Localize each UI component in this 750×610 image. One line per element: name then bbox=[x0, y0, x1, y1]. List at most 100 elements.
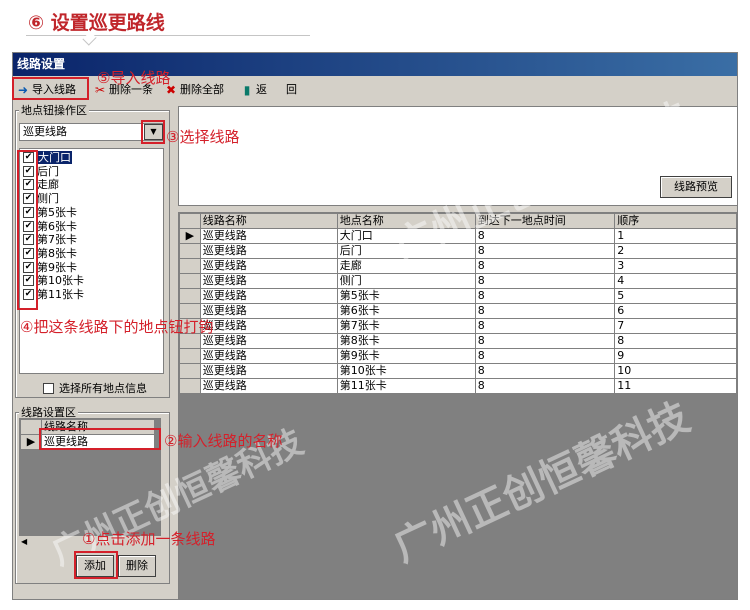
heading-divider bbox=[26, 35, 310, 36]
location-label: 第7张卡 bbox=[37, 233, 77, 247]
column-header[interactable]: 地点名称 bbox=[336, 213, 476, 229]
back-label: 返 回 bbox=[256, 83, 301, 96]
location-list: ✔ 大门口 ✔ 后门 ✔ 走廊 ✔ 侧门 ✔ 第5张卡 ✔ 第6张卡 ✔ 第7张卡 ✔ 第8张卡 ✔ 第9张卡 ✔ 第… bbox=[19, 148, 164, 374]
table-row[interactable]: 巡更线路 第9张卡 8 9 bbox=[179, 348, 737, 364]
table-cell[interactable]: 第5张卡 bbox=[336, 288, 476, 304]
table-row[interactable]: 巡更线路 第8张卡 8 8 bbox=[179, 333, 737, 349]
column-header[interactable]: 顺序 bbox=[614, 213, 737, 229]
location-label: 第11张卡 bbox=[37, 288, 84, 301]
table-cell[interactable]: 走廊 bbox=[336, 258, 476, 274]
table-cell[interactable]: 第10张卡 bbox=[336, 363, 476, 379]
table-cell[interactable]: 3 bbox=[614, 258, 737, 274]
table-row[interactable]: 巡更线路 第7张卡 8 7 bbox=[179, 318, 737, 334]
scroll-left-icon[interactable]: ◀ bbox=[21, 537, 27, 546]
table-cell[interactable]: 8 bbox=[474, 333, 616, 349]
table-row[interactable]: 巡更线路 走廊 8 3 bbox=[179, 258, 737, 274]
location-label: 第10张卡 bbox=[37, 274, 84, 288]
delete-all-button[interactable]: ✖ 删除全部 bbox=[164, 80, 224, 100]
row-indicator bbox=[179, 258, 201, 274]
route-preview-button[interactable]: 线路预览 bbox=[660, 176, 732, 198]
table-cell[interactable]: 9 bbox=[614, 348, 737, 364]
back-button[interactable]: ▮ 返 回 bbox=[240, 80, 301, 100]
table-row[interactable]: 巡更线路 第5张卡 8 5 bbox=[179, 288, 737, 304]
location-label: 后门 bbox=[37, 164, 59, 178]
table-cell[interactable]: 巡更线路 bbox=[199, 333, 338, 349]
table-cell[interactable]: 5 bbox=[614, 288, 737, 304]
table-cell[interactable]: 后门 bbox=[336, 243, 476, 259]
highlight-checkboxes bbox=[17, 150, 38, 310]
delete-button[interactable]: 删除 bbox=[118, 555, 156, 577]
table-cell[interactable]: 第11张卡 bbox=[336, 378, 476, 394]
select-all-checkbox[interactable]: 选择所有地点信息 bbox=[43, 380, 147, 396]
table-cell[interactable]: 1 bbox=[614, 228, 737, 244]
table-cell[interactable]: 巡更线路 bbox=[199, 273, 338, 289]
table-cell[interactable]: 2 bbox=[614, 243, 737, 259]
table-cell[interactable]: 巡更线路 bbox=[199, 243, 338, 259]
location-label: 第5张卡 bbox=[37, 205, 77, 219]
table-cell[interactable]: 第8张卡 bbox=[336, 333, 476, 349]
highlight-route-name bbox=[39, 428, 161, 450]
row-indicator bbox=[179, 348, 201, 364]
table-cell[interactable]: 7 bbox=[614, 318, 737, 334]
window-title: 线路设置 bbox=[17, 57, 66, 71]
row-indicator bbox=[179, 363, 201, 379]
route-preview-panel bbox=[178, 106, 738, 206]
table-cell[interactable]: 第9张卡 bbox=[336, 348, 476, 364]
table-row[interactable]: 巡更线路 第6张卡 8 6 bbox=[179, 303, 737, 319]
location-label: 第8张卡 bbox=[37, 246, 77, 260]
row-indicator-header bbox=[179, 213, 201, 229]
column-header[interactable]: 到达下一地点时间 bbox=[474, 213, 616, 229]
table-cell[interactable]: 8 bbox=[614, 333, 737, 349]
table-cell[interactable]: 大门口 bbox=[336, 228, 476, 244]
table-cell[interactable]: 第7张卡 bbox=[336, 318, 476, 334]
table-cell[interactable]: 6 bbox=[614, 303, 737, 319]
row-indicator bbox=[179, 288, 201, 304]
table-cell[interactable]: 8 bbox=[474, 243, 616, 259]
table-cell[interactable]: 巡更线路 bbox=[199, 228, 338, 244]
table-cell[interactable]: 侧门 bbox=[336, 273, 476, 289]
route-combo-value: 巡更线路 bbox=[23, 125, 67, 138]
row-indicator bbox=[179, 243, 201, 259]
column-header[interactable]: 线路名称 bbox=[199, 213, 338, 229]
annotation-2: ②输入线路的名称 bbox=[164, 432, 283, 450]
table-cell[interactable]: 巡更线路 bbox=[199, 363, 338, 379]
table-cell[interactable]: 巡更线路 bbox=[199, 348, 338, 364]
table-row[interactable]: ▶ 巡更线路 大门口 8 1 bbox=[179, 228, 737, 244]
annotation-5: ⑤导入线路 bbox=[97, 69, 171, 87]
table-cell[interactable]: 8 bbox=[474, 258, 616, 274]
table-cell[interactable]: 巡更线路 bbox=[199, 288, 338, 304]
table-cell[interactable]: 巡更线路 bbox=[199, 318, 338, 334]
table-cell[interactable]: 8 bbox=[474, 273, 616, 289]
delete-all-label: 删除全部 bbox=[180, 83, 224, 96]
table-cell[interactable]: 8 bbox=[474, 363, 616, 379]
table-row[interactable]: 巡更线路 后门 8 2 bbox=[179, 243, 737, 259]
annotation-1: ①点击添加一条线路 bbox=[82, 530, 216, 548]
table-cell[interactable]: 10 bbox=[614, 363, 737, 379]
table-cell[interactable]: 巡更线路 bbox=[199, 258, 338, 274]
table-cell[interactable]: 8 bbox=[474, 228, 616, 244]
table-row[interactable]: 巡更线路 第11张卡 8 11 bbox=[179, 378, 737, 394]
current-row-icon: ▶ bbox=[179, 228, 201, 244]
door-icon: ▮ bbox=[243, 83, 251, 97]
table-cell[interactable]: 巡更线路 bbox=[199, 303, 338, 319]
location-label: 第6张卡 bbox=[37, 219, 77, 233]
table-cell[interactable]: 巡更线路 bbox=[199, 378, 338, 394]
annotation-4: ④把这条线路下的地点钮打钩 bbox=[20, 318, 214, 336]
row-indicator bbox=[179, 273, 201, 289]
page-heading: ⑥ 设置巡更路线 bbox=[28, 12, 165, 34]
route-grid-table: 线路名称 地点名称 到达下一地点时间 顺序 ▶ 巡更线路 大门口 8 1 巡更线路 后门 8 2 巡更线路… bbox=[179, 213, 737, 394]
table-cell[interactable]: 4 bbox=[614, 273, 737, 289]
table-cell[interactable]: 11 bbox=[614, 378, 737, 394]
table-cell[interactable]: 8 bbox=[474, 288, 616, 304]
select-all-box[interactable] bbox=[43, 382, 54, 394]
table-row[interactable]: 巡更线路 第10张卡 8 10 bbox=[179, 363, 737, 379]
table-row[interactable]: 巡更线路 侧门 8 4 bbox=[179, 273, 737, 289]
table-cell[interactable]: 8 bbox=[474, 348, 616, 364]
table-cell[interactable]: 8 bbox=[474, 378, 616, 394]
location-label: 第9张卡 bbox=[37, 260, 77, 274]
highlight-add bbox=[74, 551, 118, 579]
table-cell[interactable]: 第6张卡 bbox=[336, 303, 476, 319]
locations-group-title: 地点钮操作区 bbox=[19, 102, 89, 118]
table-cell[interactable]: 8 bbox=[474, 318, 616, 334]
table-cell[interactable]: 8 bbox=[474, 303, 616, 319]
